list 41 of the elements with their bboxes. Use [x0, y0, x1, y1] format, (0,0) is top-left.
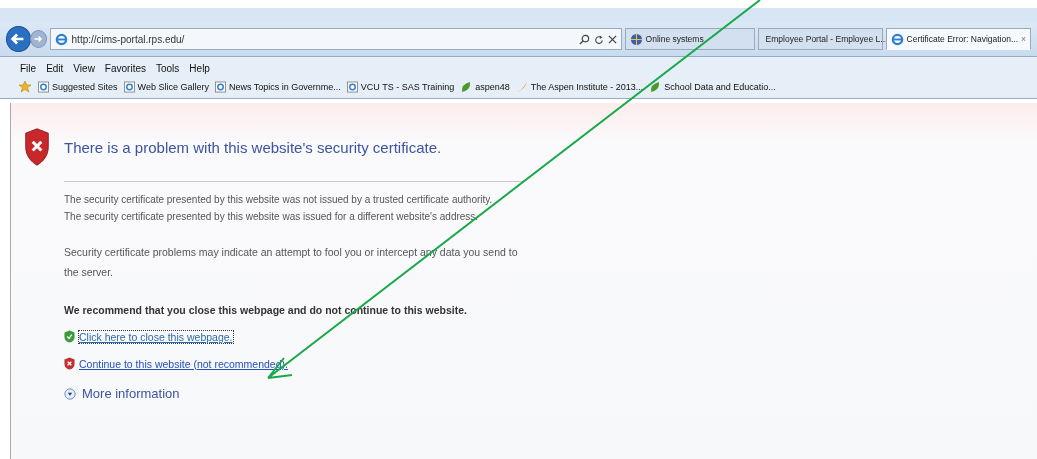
search-icon[interactable] [578, 33, 590, 45]
ie-logo-icon [54, 32, 68, 46]
refresh-icon[interactable] [593, 33, 604, 45]
page-heading: There is a problem with this website's security certificate. [64, 138, 442, 156]
more-information-link[interactable]: More information [82, 386, 180, 401]
menu-item[interactable]: Help [189, 63, 210, 74]
address-field[interactable]: http://cims-portal.rps.edu/ [49, 28, 622, 50]
back-button[interactable] [6, 26, 31, 52]
globe-icon [629, 32, 643, 46]
expand-icon[interactable] [64, 387, 76, 400]
page-icon [214, 81, 226, 93]
page-icon [123, 81, 135, 93]
page-icon [346, 81, 358, 93]
reason-text: The security certificate presented by this website was issued for a different website's address. [64, 211, 480, 222]
shield-check-icon [64, 330, 75, 343]
menu-item[interactable]: File [20, 63, 37, 74]
favorite-label[interactable]: Web Slice Gallery [137, 82, 209, 92]
browser-tab[interactable]: Online systems [624, 28, 755, 50]
forward-button[interactable] [29, 30, 47, 48]
menu-item[interactable]: Favorites [104, 63, 146, 74]
menu-item[interactable]: Tools [156, 63, 180, 74]
favorite-label[interactable]: School Data and Educatio... [664, 82, 776, 92]
menu-item[interactable]: Edit [46, 63, 64, 74]
browser-tab[interactable]: Certificate Error: Navigation... × [885, 28, 1031, 50]
favorite-label[interactable]: News Topics in Governme... [228, 82, 341, 92]
favorite-label[interactable]: The Aspen Institute - 2013... [530, 82, 644, 92]
reason-text: The security certificate presented by this website was not issued by a trusted certificate authority. [64, 194, 494, 205]
page-icon [38, 81, 49, 93]
leaf-icon [649, 81, 662, 93]
ie-logo-icon [890, 32, 904, 46]
favorite-label[interactable]: VCU TS - SAS Training [360, 82, 455, 92]
favorite-label[interactable]: Suggested Sites [52, 82, 118, 92]
shield-error-icon [24, 125, 50, 169]
favorite-label[interactable]: aspen48 [475, 82, 510, 92]
forward-arrow-icon [32, 33, 45, 45]
leaf-icon [460, 81, 473, 93]
shield-error-icon [64, 357, 75, 370]
menu-item[interactable]: View [73, 63, 95, 74]
page-link[interactable]: Click here to close this webpage. [79, 330, 233, 343]
star-icon[interactable] [18, 80, 32, 94]
stop-icon[interactable] [607, 34, 617, 44]
